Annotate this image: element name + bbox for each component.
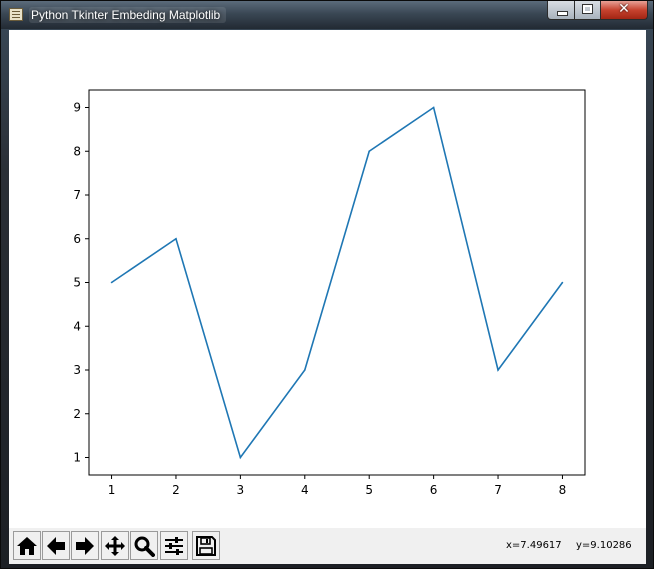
axes-frame [88, 89, 586, 476]
minimize-button[interactable] [547, 1, 575, 20]
zoom-icon [134, 536, 155, 557]
save-button[interactable] [192, 531, 220, 560]
client-area: 1 2 3 4 5 6 7 8 1 2 3 4 5 6 7 8 9 x=7.49617 y=9.10286 [9, 30, 646, 564]
maximize-button[interactable] [574, 1, 601, 20]
forward-button[interactable] [71, 531, 99, 560]
data-point [432, 106, 435, 109]
y-tick-label: 9 [73, 101, 81, 115]
pan-icon [105, 535, 125, 556]
data-point [175, 237, 177, 240]
window-title: Python Tkinter Embeding Matplotlib [29, 7, 227, 23]
subplots-icon [165, 536, 183, 555]
x-tick-label: 3 [237, 483, 245, 497]
y-tick-label: 4 [73, 319, 81, 333]
data-point [110, 281, 113, 284]
save-icon [196, 535, 216, 556]
data-point [561, 281, 564, 284]
zoom-button[interactable] [130, 531, 158, 560]
home-button[interactable] [13, 531, 41, 560]
y-tick-label: 5 [73, 276, 81, 290]
x-tick-label: 2 [172, 483, 180, 497]
home-icon [17, 536, 37, 555]
back-arrow-icon [47, 536, 65, 555]
cursor-y-readout: y=9.10286 [576, 540, 632, 551]
back-button[interactable] [42, 531, 70, 560]
app-window: Python Tkinter Embeding Matplotlib ✕ 1 2 3… [0, 0, 654, 569]
app-icon[interactable] [9, 8, 23, 21]
y-tick-label: 3 [73, 363, 81, 377]
y-tick-label: 1 [73, 451, 81, 465]
data-point [497, 369, 499, 371]
x-tick-label: 5 [365, 483, 373, 497]
close-icon: ✕ [618, 1, 630, 17]
x-tick-label: 1 [108, 483, 116, 497]
data-point [239, 456, 242, 459]
subplots-button[interactable] [160, 531, 188, 560]
y-tick-label: 7 [73, 188, 81, 202]
y-tick-label: 6 [73, 232, 81, 246]
cursor-x-readout: x=7.49617 [506, 540, 562, 551]
x-tick-label: 8 [559, 483, 567, 497]
forward-arrow-icon [76, 536, 94, 555]
x-tick-label: 6 [430, 483, 438, 497]
y-tick-label: 2 [73, 407, 81, 421]
data-point [303, 369, 306, 371]
line-chart: 1 2 3 4 5 6 7 8 1 2 3 4 5 6 7 8 9 [73, 89, 586, 497]
close-button[interactable]: ✕ [600, 1, 648, 20]
maximize-icon [582, 4, 593, 14]
navigation-toolbar: x=7.49617 y=9.10286 [9, 528, 646, 564]
minimize-icon [557, 11, 568, 16]
x-tick-label: 7 [494, 483, 502, 497]
pan-button[interactable] [101, 531, 129, 560]
title-bar[interactable]: Python Tkinter Embeding Matplotlib ✕ [1, 1, 653, 29]
data-point [368, 150, 371, 153]
y-tick-label: 8 [73, 144, 81, 158]
figure-canvas[interactable]: 1 2 3 4 5 6 7 8 1 2 3 4 5 6 7 8 9 [9, 30, 646, 528]
x-tick-label: 4 [301, 483, 309, 497]
